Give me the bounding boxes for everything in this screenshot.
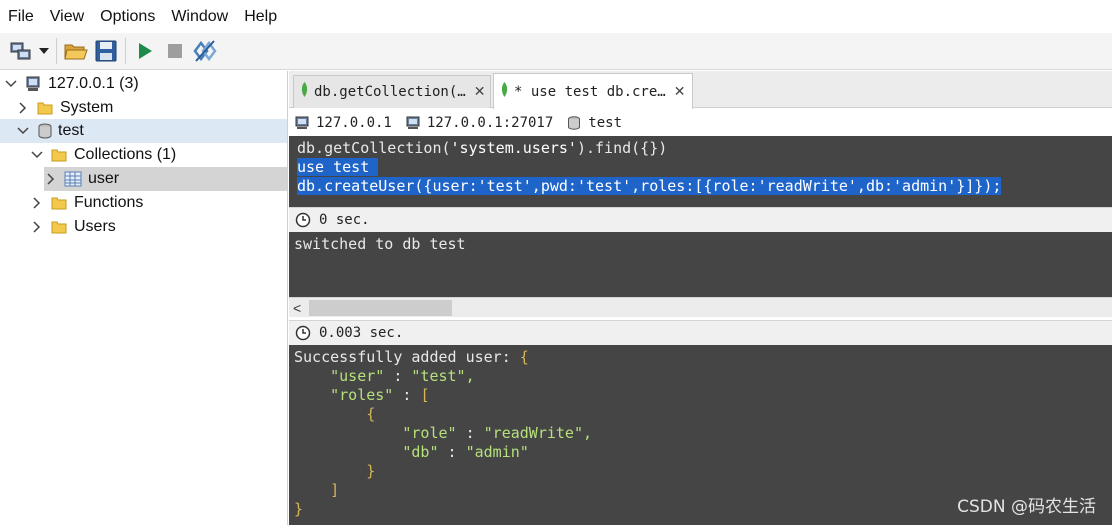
tree-item-server[interactable]: 127.0.0.1 (3) (4, 72, 139, 96)
tree-item-users[interactable]: Users (30, 215, 116, 239)
server-icon (406, 116, 420, 130)
result-header-2: 0.003 sec. (289, 320, 1112, 345)
execution-time: 0.003 sec. (319, 325, 404, 341)
server-icon (295, 116, 309, 130)
clock-icon (295, 212, 311, 228)
close-icon[interactable]: ✕ (474, 84, 486, 100)
chevron-right-icon[interactable] (44, 172, 58, 186)
folder-icon (36, 99, 54, 117)
dropdown-arrow-icon[interactable] (36, 36, 52, 66)
output-line: "user" : "test", (330, 367, 475, 385)
tree-label-user: user (88, 170, 120, 187)
watermark: CSDN @码农生活 (957, 497, 1096, 517)
output-line: "db" : "admin" (402, 443, 529, 461)
menu-help[interactable]: Help (244, 8, 277, 26)
tree-item-user-collection[interactable]: user (44, 167, 287, 191)
folder-icon (50, 218, 68, 236)
tab-bar: db.getCollection(… ✕ * use test db.cre… … (289, 71, 1112, 109)
output-line: { (366, 405, 376, 423)
editor-line: db.getCollection('system.users').find({}… (297, 139, 668, 157)
database-icon (567, 115, 581, 130)
folder-icon (50, 194, 68, 212)
connect-icon[interactable] (6, 36, 36, 66)
menu-file[interactable]: File (8, 8, 34, 26)
horizontal-scrollbar[interactable]: < (289, 297, 1112, 317)
stop-icon[interactable] (160, 36, 190, 66)
tree-label-functions: Functions (74, 194, 144, 211)
format-icon[interactable] (190, 36, 220, 66)
tree-item-db-test[interactable]: test (0, 119, 287, 143)
chevron-right-icon[interactable] (30, 220, 44, 234)
chevron-down-icon[interactable] (4, 77, 18, 91)
tab-label: db.getCollection(… (314, 84, 466, 100)
menu-bar: File View Options Window Help (0, 0, 1112, 33)
tab-label: * use test db.cre… (514, 83, 666, 100)
save-icon[interactable] (91, 36, 121, 66)
tree-label-server: 127.0.0.1 (3) (48, 75, 139, 92)
tree-label-test: test (58, 122, 84, 139)
open-folder-icon[interactable] (61, 36, 91, 66)
output-line: switched to db test (294, 235, 466, 253)
tab-query-1[interactable]: db.getCollection(… ✕ (293, 75, 491, 108)
toolbar-separator (125, 38, 126, 64)
query-editor[interactable]: db.getCollection('system.users').find({}… (289, 136, 1112, 207)
database-icon (36, 122, 54, 140)
result-output-1: switched to db test (289, 232, 1112, 297)
tree-label-collections: Collections (1) (74, 146, 177, 163)
output-line: "role" : "readWrite", (402, 424, 593, 442)
output-line: "roles" : [ (330, 386, 430, 404)
object-explorer: 127.0.0.1 (3) System test Collections (1… (0, 71, 288, 525)
result-header-1: 0 sec. (289, 207, 1112, 232)
connection-address: 127.0.0.1:27017 (406, 115, 553, 131)
mongodb-leaf-icon (500, 81, 509, 102)
mongodb-leaf-icon (300, 82, 309, 102)
chevron-down-icon[interactable] (16, 124, 30, 138)
chevron-right-icon[interactable] (16, 101, 30, 115)
tab-query-2[interactable]: * use test db.cre… ✕ (493, 73, 693, 109)
connection-database: test (567, 115, 622, 131)
folder-icon (50, 146, 68, 164)
chevron-right-icon[interactable] (30, 196, 44, 210)
scrollbar-thumb[interactable] (309, 300, 452, 316)
tree-label-users: Users (74, 218, 116, 235)
menu-options[interactable]: Options (100, 8, 155, 26)
toolbar (0, 33, 1112, 70)
output-line: } (366, 462, 376, 480)
editor-line-selected: db.createUser({user:'test',pwd:'test',ro… (297, 177, 1002, 195)
tree-item-functions[interactable]: Functions (30, 191, 143, 215)
server-icon (24, 75, 42, 93)
menu-view[interactable]: View (50, 8, 84, 26)
execute-icon[interactable] (130, 36, 160, 66)
menu-window[interactable]: Window (171, 8, 228, 26)
output-line: Successfully added user: { (294, 348, 529, 366)
chevron-down-icon[interactable] (30, 148, 44, 162)
execution-time: 0 sec. (319, 212, 370, 228)
connection-server: 127.0.0.1 (295, 115, 392, 131)
close-icon[interactable]: ✕ (674, 84, 686, 100)
scroll-left-icon[interactable]: < (293, 300, 301, 316)
tree-item-collections[interactable]: Collections (1) (30, 143, 176, 167)
toolbar-separator (56, 38, 57, 64)
collection-table-icon (64, 170, 82, 188)
tree-label-system: System (60, 99, 114, 116)
tree-item-system[interactable]: System (16, 96, 113, 120)
connection-bar: 127.0.0.1 127.0.0.1:27017 test (289, 109, 1112, 136)
clock-icon (295, 325, 311, 341)
editor-line-selected: use test (297, 158, 379, 176)
